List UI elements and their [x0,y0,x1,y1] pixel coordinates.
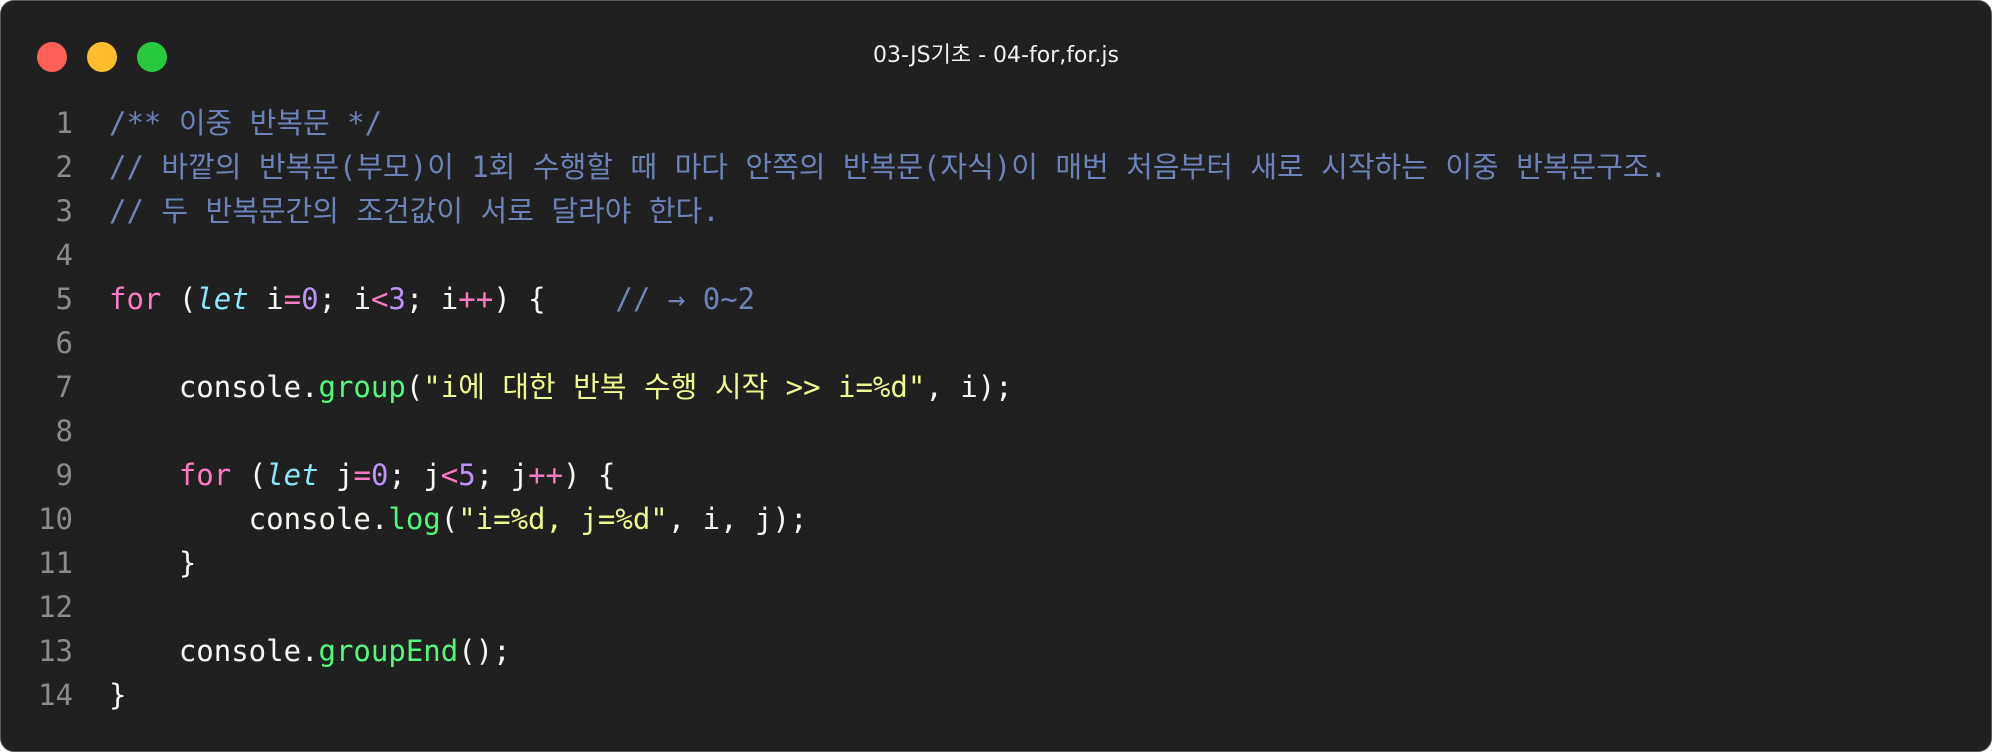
code-editor: 1 /** 이중 반복문 */ 2 // 바깥의 반복문(부모)이 1회 수행할 때 … [1,101,1991,717]
code-token-let: let [196,282,249,316]
code-token-op: < [440,458,459,492]
code-token-plain: j [318,458,354,492]
line-number: 7 [55,370,73,404]
window-title: 03-JS기초 - 04-for,for.js [873,43,1119,68]
code-line: 5 for (let i=0; i<3; i++) { // → 0~2 [1,277,1991,321]
code-line: 6 [1,321,1991,365]
code-window: 03-JS기초 - 04-for,for.js 1 /** 이중 반복문 */ 2 /… [0,0,1992,752]
code-line: 7 console.group("i에 대한 반복 수행 시작 >> i=%d"… [1,365,1991,409]
code-token-op: < [370,282,389,316]
code-token-plain: (); [458,634,511,668]
code-line: 13 console.groupEnd(); [1,629,1991,673]
code-token-string: "i=%d, j=%d" [458,502,668,536]
code-token-plain: ) { [563,458,616,492]
code-token-op: ++ [458,282,494,316]
code-token-plain: ( [231,458,267,492]
code-text: } [109,673,126,717]
line-number: 8 [55,414,73,448]
code-token-plain: i [248,282,284,316]
code-token-func: groupEnd [318,634,459,668]
line-number: 13 [38,634,73,668]
line-number: 10 [38,502,73,536]
line-number: 2 [55,150,73,184]
code-line: 3 // 두 반복문간의 조건값이 서로 달라야 한다. [1,189,1991,233]
line-number: 1 [55,106,73,140]
code-token-keyword: for [178,458,232,492]
code-token-plain: ; i [318,282,371,316]
line-number: 3 [55,194,73,228]
code-line: 11 } [1,541,1991,585]
code-token-number: 3 [388,282,406,316]
code-text: // 두 반복문간의 조건값이 서로 달라야 한다. [109,189,720,233]
code-token-plain: ; j [475,458,529,492]
code-token-number: 0 [301,282,319,316]
code-line: 4 [1,233,1991,277]
code-text: console.log("i=%d, j=%d", i, j); [109,497,808,541]
line-number: 5 [55,282,73,316]
code-text: console.group("i에 대한 반복 수행 시작 >> i=%d", … [109,365,1013,409]
code-text: for (let j=0; j<5; j++) { [109,453,616,497]
line-number: 6 [55,326,73,360]
code-token-func: group [318,370,406,404]
code-line: 12 [1,585,1991,629]
code-line: 10 console.log("i=%d, j=%d", i, j); [1,497,1991,541]
code-token-plain: console. [109,370,319,404]
code-token-plain: } [109,678,127,712]
code-token-plain: console. [109,634,319,668]
code-token-comment: // 두 반복문간의 조건값이 서로 달라야 한다. [109,194,720,228]
code-token-string: "i에 대한 반복 수행 시작 >> i=%d" [423,370,926,404]
code-text: // 바깥의 반복문(부모)이 1회 수행할 때 마다 안쪽의 반복문(자식)이… [109,145,1667,189]
code-token-number: 5 [458,458,476,492]
code-token-let: let [266,458,319,492]
line-number: 9 [55,458,73,492]
code-text: /** 이중 반복문 */ [109,101,382,145]
code-token-plain: ( [405,370,424,404]
code-token-plain: } [109,546,197,580]
line-number: 4 [55,238,73,272]
code-token-op: ++ [528,458,564,492]
code-line: 14} [1,673,1991,717]
code-token-plain: ; i [405,282,459,316]
line-number: 14 [38,678,73,712]
line-number: 11 [38,546,73,580]
code-line: 9 for (let j=0; j<5; j++) { [1,453,1991,497]
code-token-comment: // → 0~2 [615,282,756,316]
code-token-plain: ; j [388,458,441,492]
code-token-func: log [388,502,441,536]
code-line: 1 /** 이중 반복문 */ [1,101,1991,145]
code-token-op: = [283,282,302,316]
code-token-plain: console. [109,502,389,536]
code-line: 8 [1,409,1991,453]
code-token-op: = [353,458,371,492]
code-token-plain: ) { [493,282,616,316]
code-token-plain: ( [161,282,197,316]
window-titlebar: 03-JS기초 - 04-for,for.js [1,1,1991,109]
code-token-plain: ( [440,502,459,536]
code-token-keyword: for [109,282,162,316]
code-text: } [109,541,196,585]
line-number: 12 [38,590,73,624]
code-token-plain: , i); [925,370,1013,404]
code-token-number: 0 [370,458,389,492]
code-line: 2 // 바깥의 반복문(부모)이 1회 수행할 때 마다 안쪽의 반복문(자식)… [1,145,1991,189]
code-token-comment: /** 이중 반복문 */ [109,106,383,140]
code-text: for (let i=0; i<3; i++) { // → 0~2 [109,277,755,321]
code-token-comment: // 바깥의 반복문(부모)이 1회 수행할 때 마다 안쪽의 반복문(자식)이… [109,150,1668,184]
code-token-plain: , i, j); [667,502,808,536]
code-text: console.groupEnd(); [109,629,511,673]
